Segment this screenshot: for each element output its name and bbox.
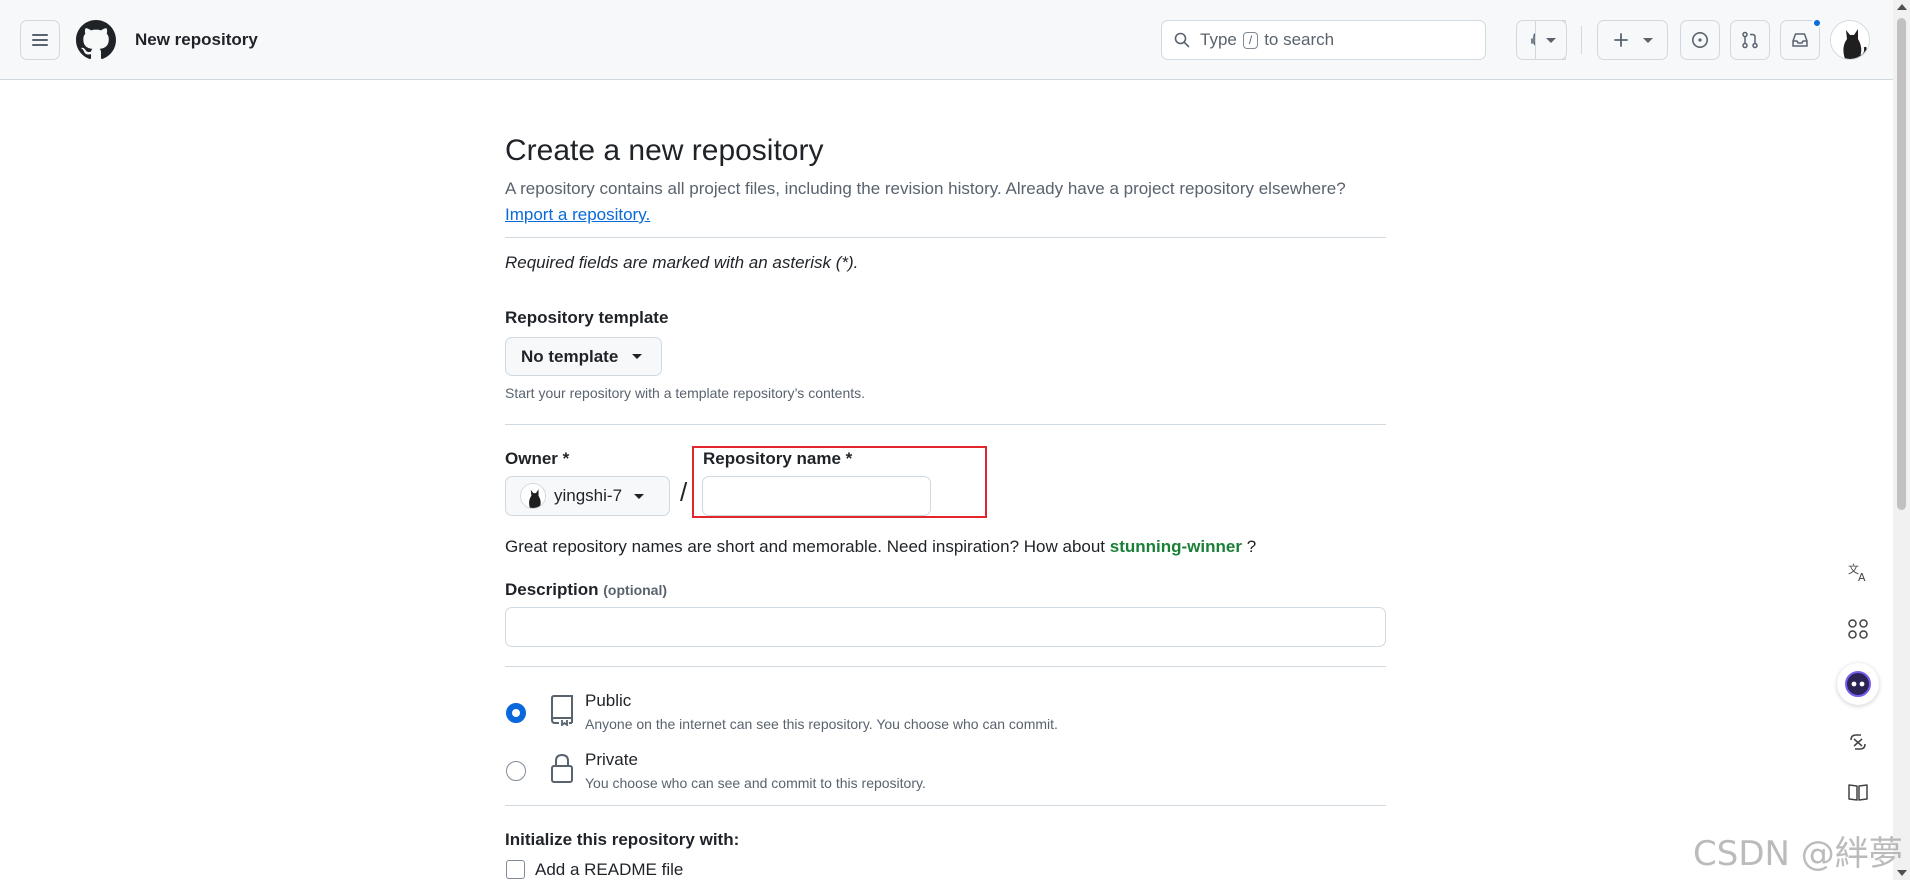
description-label-text: Description — [505, 580, 599, 599]
repository-name-label: Repository name * — [703, 449, 853, 468]
chevron-down-icon — [1546, 37, 1556, 43]
github-logo-icon[interactable] — [76, 20, 116, 60]
description-label: Description (optional) — [505, 580, 667, 600]
scrollbar-thumb[interactable] — [1897, 18, 1906, 510]
owner-selected-value: yingshi-7 — [554, 486, 623, 505]
divider — [505, 424, 1386, 425]
header-divider — [1581, 26, 1582, 54]
plus-icon — [1613, 33, 1628, 47]
repository-name-input[interactable] — [702, 476, 931, 516]
git-pull-request-icon — [1742, 31, 1758, 49]
import-repository-link[interactable]: Import a repository. — [505, 205, 650, 225]
template-hint: Start your repository with a template re… — [505, 385, 866, 401]
pull-requests-button[interactable] — [1730, 20, 1770, 60]
name-suggestion-link[interactable]: stunning-winner — [1110, 537, 1242, 556]
required-fields-note: Required fields are marked with an aster… — [505, 253, 859, 272]
template-select-button[interactable]: No template — [505, 337, 662, 376]
public-subtitle: Anyone on the internet can see this repo… — [585, 716, 1058, 732]
initialize-label: Initialize this repository with: — [505, 830, 740, 849]
owner-label: Owner * — [505, 449, 570, 468]
assistant-button[interactable] — [1837, 663, 1879, 705]
public-title: Public — [585, 691, 632, 710]
owner-select-button[interactable]: yingshi-7 — [505, 476, 670, 516]
inspiration-suffix: ? — [1246, 537, 1257, 556]
readme-label[interactable]: Add a README file — [535, 860, 683, 880]
page-scrollbar[interactable] — [1893, 0, 1910, 880]
reader-button[interactable] — [1838, 772, 1878, 812]
private-subtitle: You choose who can see and commit to thi… — [585, 775, 926, 791]
divider — [505, 805, 1386, 806]
issue-opened-icon — [1692, 32, 1708, 48]
screenshot-translate-icon — [1850, 734, 1866, 750]
create-new-button[interactable] — [1597, 20, 1668, 60]
name-inspiration: Great repository names are short and mem… — [505, 537, 1256, 557]
notification-dot — [1812, 18, 1822, 28]
template-label: Repository template — [505, 308, 669, 327]
divider — [505, 666, 1386, 667]
page-context-title: New repository — [135, 30, 258, 49]
private-title: Private — [585, 750, 638, 769]
issues-button[interactable] — [1680, 20, 1720, 60]
divider — [505, 237, 1386, 238]
readme-checkbox[interactable] — [506, 860, 525, 879]
chevron-down-icon — [632, 354, 643, 359]
cat-avatar-icon — [521, 484, 545, 508]
global-header: New repository Type / to search — [0, 0, 1893, 80]
chevron-down-icon — [1642, 37, 1653, 43]
search-shortcut-key: / — [1242, 31, 1259, 49]
menu-button[interactable] — [20, 20, 60, 60]
user-avatar[interactable] — [1830, 20, 1870, 60]
csdn-watermark: CSDN @絆夢 — [1693, 834, 1903, 874]
page-description: A repository contains all project files,… — [505, 179, 1346, 198]
screenshot-translate-button[interactable] — [1838, 722, 1878, 762]
page-title: Create a new repository — [505, 134, 824, 167]
owner-avatar — [520, 483, 546, 509]
search-icon — [1174, 32, 1190, 48]
optional-tag: (optional) — [603, 582, 668, 598]
apps-button[interactable] — [1838, 609, 1878, 649]
repo-icon — [551, 695, 573, 726]
inbox-icon — [1792, 33, 1808, 47]
template-selected-value: No template — [521, 346, 619, 366]
translate-button[interactable]: 文 A — [1838, 552, 1878, 592]
reader-icon — [1848, 784, 1868, 801]
search-prefix: Type — [1200, 30, 1237, 49]
owner-repo-separator: / — [680, 477, 688, 507]
public-radio[interactable] — [506, 703, 526, 723]
private-radio[interactable] — [506, 761, 526, 781]
search-suffix: to search — [1264, 30, 1335, 49]
inspiration-text: Great repository names are short and mem… — [505, 537, 1106, 556]
copilot-menu-button[interactable] — [1535, 20, 1567, 60]
hamburger-icon — [32, 34, 48, 46]
cat-avatar-icon — [1831, 21, 1869, 59]
apps-icon — [1848, 619, 1868, 639]
chevron-down-icon — [634, 493, 645, 499]
assistant-icon — [1845, 671, 1871, 697]
lock-icon — [551, 753, 573, 783]
description-input[interactable] — [505, 607, 1386, 647]
svg-text:A: A — [1858, 571, 1866, 583]
translate-icon: 文 A — [1848, 562, 1866, 583]
search-input[interactable]: Type / to search — [1161, 20, 1486, 60]
scroll-up-arrow-icon[interactable] — [1897, 4, 1907, 10]
